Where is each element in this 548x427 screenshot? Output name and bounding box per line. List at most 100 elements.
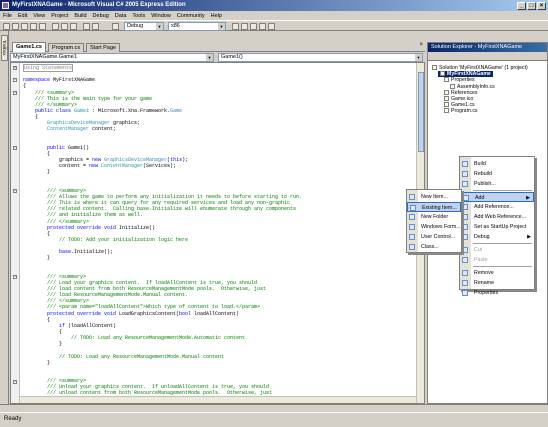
- chevron-down-icon: ▼: [218, 23, 225, 30]
- tab-game1[interactable]: Game1.cs: [12, 42, 46, 52]
- minimize-button[interactable]: _: [517, 2, 526, 10]
- menu-item-icon: [462, 224, 468, 230]
- properties-icon[interactable]: [250, 23, 257, 30]
- tree-item[interactable]: MyFirstXNAGame: [438, 71, 493, 78]
- copy-icon[interactable]: [61, 23, 68, 30]
- collapse-icon[interactable]: −: [13, 78, 17, 83]
- tree-item[interactable]: Game.ico: [444, 96, 473, 102]
- tree-item-label: AssemblyInfo.cs: [457, 83, 495, 90]
- code-token: (Services);: [143, 163, 177, 170]
- menu-view[interactable]: View: [33, 13, 45, 19]
- menu-debug[interactable]: Debug: [93, 13, 109, 19]
- ctx-menu-item[interactable]: Rename: [460, 278, 534, 288]
- member-combo[interactable]: Game1() ▼: [218, 53, 423, 62]
- expand-icon[interactable]: +: [13, 66, 17, 70]
- add-submenu-item[interactable]: Windows Form...: [407, 222, 461, 232]
- horizontal-scrollbar[interactable]: [20, 396, 416, 403]
- find-icon[interactable]: [232, 23, 239, 30]
- start-debugging-icon[interactable]: [112, 23, 119, 30]
- add-submenu-item[interactable]: New Folder: [407, 212, 461, 222]
- code-token: Game: [170, 107, 183, 114]
- code-token: {: [23, 230, 51, 237]
- tab-program[interactable]: Program.cs: [48, 43, 85, 52]
- close-tab-icon[interactable]: ×: [419, 42, 423, 48]
- ctx-menu-item[interactable]: Build: [460, 159, 534, 169]
- tree-item[interactable]: Solution 'MyFirstXNAGame' (1 project): [432, 65, 528, 71]
- ctx-menu-item[interactable]: Publish...: [460, 179, 534, 189]
- code-editor[interactable]: + − − − − − − Using Statements namespace MyFirs…: [10, 62, 425, 404]
- tree-item[interactable]: References: [444, 89, 478, 96]
- menu-item-icon: [410, 205, 416, 211]
- code-token: if: [59, 322, 69, 329]
- ctx-menu-item[interactable]: Add Web Reference...: [460, 212, 534, 222]
- redo-icon[interactable]: [92, 23, 99, 30]
- menu-build[interactable]: Build: [74, 13, 86, 19]
- save-all-icon[interactable]: [39, 23, 46, 30]
- add-submenu-item[interactable]: Existing Item...: [407, 202, 461, 212]
- collapse-icon[interactable]: −: [13, 189, 17, 193]
- menu-window[interactable]: Window: [151, 13, 171, 19]
- tree-item[interactable]: Game1.cs: [444, 102, 475, 108]
- code-token: .Initialize();: [71, 249, 114, 256]
- menu-data[interactable]: Data: [115, 13, 127, 19]
- menu-item-icon: [409, 194, 415, 200]
- ctx-menu-item[interactable]: Cut: [460, 245, 534, 255]
- add-item-icon[interactable]: [12, 23, 19, 30]
- code-token: // TODO: Add your initialization logic h…: [23, 236, 189, 243]
- ctx-menu-label: Build: [474, 161, 486, 167]
- toolbox-tab[interactable]: Toolbox: [1, 35, 8, 61]
- tree-item[interactable]: Properties: [444, 77, 475, 83]
- ctx-menu-item[interactable]: Rebuild: [460, 169, 534, 179]
- ctx-menu-item[interactable]: Set as StartUp Project: [460, 222, 534, 232]
- add-submenu-item[interactable]: User Control...: [407, 232, 461, 242]
- menu-edit[interactable]: Edit: [18, 13, 27, 19]
- app-icon: [2, 2, 9, 9]
- file-icon: [444, 77, 449, 83]
- menu-separator: [473, 243, 532, 244]
- add-submenu-item[interactable]: Class...: [407, 242, 461, 252]
- menu-separator: [473, 266, 532, 267]
- ctx-menu-item[interactable]: Debug ▶: [460, 232, 534, 242]
- cut-icon[interactable]: [52, 23, 59, 30]
- solution-explorer-icon[interactable]: [241, 23, 248, 30]
- ctx-menu-item[interactable]: Add Reference...: [460, 202, 534, 212]
- code-token: ContentManager: [101, 163, 144, 170]
- ctx-menu-item[interactable]: Add ▶: [460, 192, 534, 202]
- paste-icon[interactable]: [70, 23, 77, 30]
- undo-icon[interactable]: [83, 23, 90, 30]
- ctx-menu-item[interactable]: Paste: [460, 255, 534, 265]
- object-browser-icon[interactable]: [259, 23, 266, 30]
- menu-project[interactable]: Project: [51, 13, 68, 19]
- menu-tools[interactable]: Tools: [132, 13, 145, 19]
- collapse-icon[interactable]: −: [13, 145, 17, 150]
- tree-item[interactable]: AssemblyInfo.cs: [450, 83, 495, 90]
- configuration-combo[interactable]: Debug ▼: [124, 22, 164, 31]
- ctx-menu-label: Rename: [474, 280, 495, 286]
- open-file-icon[interactable]: [21, 23, 28, 30]
- close-button[interactable]: ×: [537, 2, 546, 10]
- menu-file[interactable]: File: [3, 13, 12, 19]
- add-submenu-item[interactable]: New Item...: [407, 192, 461, 202]
- scroll-thumb[interactable]: [418, 72, 424, 152]
- menu-help[interactable]: Help: [211, 13, 222, 19]
- code-token: loadAllContent): [194, 310, 240, 317]
- tree-item[interactable]: Program.cs: [444, 108, 478, 114]
- save-icon[interactable]: [30, 23, 37, 30]
- collapsed-region[interactable]: Using Statements: [23, 64, 74, 72]
- code-token: ContentManager: [47, 126, 90, 133]
- collapse-icon[interactable]: −: [13, 275, 17, 280]
- toolbox-icon[interactable]: [268, 23, 275, 30]
- ctx-menu-item[interactable]: Remove: [460, 268, 534, 278]
- class-combo[interactable]: MyFirstXNAGame.Game1 ▼: [10, 53, 214, 62]
- maximize-button[interactable]: □: [527, 2, 536, 10]
- menu-community[interactable]: Community: [177, 13, 205, 19]
- ctx-menu-item[interactable]: Properties: [460, 288, 534, 298]
- collapse-icon[interactable]: −: [13, 90, 17, 95]
- platform-combo[interactable]: x86 ▼: [168, 22, 226, 31]
- tab-start-page[interactable]: Start Page: [86, 43, 120, 52]
- collapse-icon[interactable]: −: [13, 379, 17, 384]
- menu-item-icon: [462, 214, 468, 220]
- new-project-icon[interactable]: [3, 23, 10, 30]
- chevron-down-icon: ▼: [415, 54, 422, 61]
